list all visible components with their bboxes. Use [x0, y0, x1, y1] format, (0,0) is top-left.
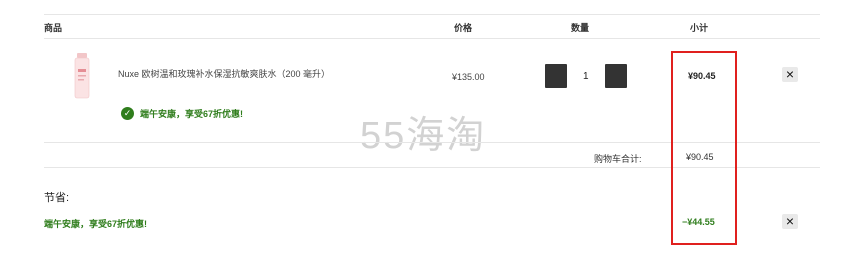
savings-title: 节省: [44, 192, 70, 204]
product-name-link[interactable]: Nuxe 欧树温和玫瑰补水保湿抗敏爽肤水（200 毫升） [118, 67, 330, 80]
item-promo: ✓ 端午安康，享受67折优惠! [121, 107, 243, 120]
remove-discount-button[interactable]: × [782, 214, 798, 229]
cart-total-label: 购物车合计: [594, 154, 642, 164]
quantity-decrease-button[interactable] [545, 64, 567, 88]
header-product: 商品 [44, 23, 63, 33]
top-divider [44, 14, 820, 15]
product-thumbnail[interactable] [73, 53, 91, 99]
subtotal-highlight-box [671, 51, 737, 245]
item-promo-text: 端午安康，享受67折优惠! [140, 109, 244, 119]
header-price: 价格 [454, 23, 473, 33]
check-circle-icon: ✓ [121, 107, 134, 120]
header-subtotal: 小计 [690, 23, 709, 33]
header-divider [44, 38, 820, 39]
quantity-increase-button[interactable] [605, 64, 627, 88]
remove-item-button[interactable]: × [782, 67, 798, 82]
watermark: 55海淘 [360, 115, 487, 157]
quantity-value[interactable]: 1 [583, 71, 589, 82]
savings-promo-text: 端午安康，享受67折优惠! [44, 219, 148, 229]
header-quantity: 数量 [571, 23, 590, 33]
item-price: ¥135.00 [452, 72, 485, 82]
